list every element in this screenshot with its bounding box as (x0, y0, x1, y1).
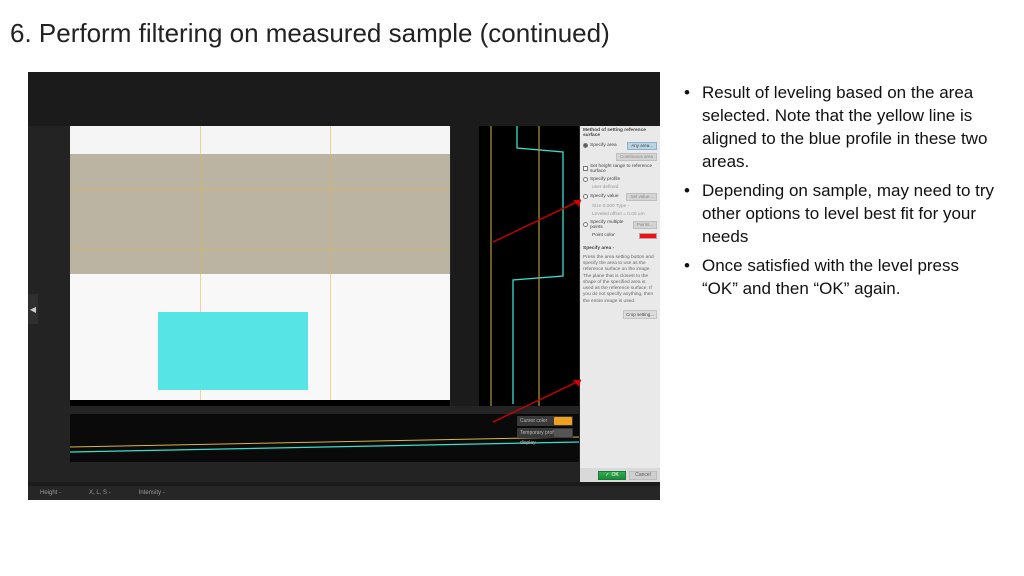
flyout-expand-button[interactable]: ◀ (28, 294, 38, 324)
option-specify-area[interactable]: Specify area Any area... (580, 140, 660, 151)
cursor-color-chip[interactable]: Cursor color (517, 416, 573, 426)
sample-image-viewport[interactable] (70, 126, 450, 406)
horizontal-profile-plot (70, 414, 579, 462)
vertical-profile-plot (479, 126, 579, 406)
grid-line-h (70, 248, 450, 249)
app-screenshot: ◀ (28, 72, 660, 500)
option-multiple-points[interactable]: Specify multiple points Points... (580, 218, 660, 231)
note-item: Once satisfied with the level press “OK”… (680, 255, 996, 301)
grid-line-v (330, 126, 331, 400)
status-height: Height - (40, 490, 61, 496)
grid-line-h (70, 188, 450, 189)
checkbox-icon (583, 166, 588, 171)
point-color-label: Point color (583, 233, 615, 238)
check-icon: ✓ (605, 472, 609, 478)
value-detail2: Leveled offset = 0.00 um (580, 210, 660, 218)
option-specify-value[interactable]: Specify value Set value... (580, 191, 660, 202)
crop-setting-button[interactable]: Crop setting... (623, 310, 657, 319)
checkbox-height-range[interactable]: Set height range to reference surface (580, 162, 660, 175)
specify-area-description: Press the area setting button and specif… (580, 253, 660, 307)
ok-button[interactable]: ✓ OK (598, 471, 626, 480)
viewport-gutter (451, 126, 479, 406)
option-label: Specify value (590, 194, 619, 199)
note-item: Result of leveling based on the area sel… (680, 82, 996, 174)
option-label: Specify profile (590, 177, 620, 182)
reference-surface-panel: Method of setting reference surface Spec… (580, 126, 660, 482)
points-button[interactable]: Points... (633, 221, 657, 229)
option-label: Specify multiple points (590, 220, 631, 230)
option-label: Specify area (590, 143, 617, 148)
radio-icon (583, 222, 588, 227)
panel-footer: ✓ OK Cancel (580, 468, 660, 482)
point-color-row[interactable]: Point color (580, 231, 660, 240)
radio-icon (583, 143, 588, 148)
value-detail: Size 0.000 Type - (580, 202, 660, 210)
checkbox-label: Set height range to reference surface (590, 164, 657, 174)
cancel-button[interactable]: Cancel (629, 471, 657, 480)
temp-profile-swatch (554, 429, 572, 437)
cursor-color-swatch (554, 417, 572, 425)
note-item: Depending on sample, may need to try oth… (680, 180, 996, 249)
cursor-color-label: Cursor color (520, 418, 547, 424)
sample-region-top (70, 126, 450, 154)
status-intensity: Intensity - (139, 490, 165, 496)
slide-notes: Result of leveling based on the area sel… (680, 82, 996, 306)
set-value-button[interactable]: Set value... (626, 193, 657, 201)
any-area-button[interactable]: Any area... (627, 142, 657, 150)
option-specify-profile[interactable]: Specify profile (580, 175, 660, 183)
point-color-swatch[interactable] (639, 233, 657, 239)
ok-label: OK (611, 472, 618, 478)
status-xls: X, L, S - (89, 490, 111, 496)
sample-region-middle (70, 154, 450, 274)
continuous-area-button[interactable]: Continuous area (616, 153, 657, 161)
selected-reference-area[interactable] (158, 312, 308, 390)
radio-icon (583, 194, 588, 199)
profile-subtext: user defined (580, 183, 660, 191)
panel-header: Method of setting reference surface (580, 126, 660, 140)
radio-icon (583, 177, 588, 182)
status-bar: Height - X, L, S - Intensity - (28, 486, 660, 500)
specify-area-subheader: Specify area - (580, 244, 660, 253)
slide-title: 6. Perform filtering on measured sample … (10, 18, 610, 49)
temp-profile-chip[interactable]: Temporary profile display (517, 428, 573, 438)
app-workspace: ◀ (28, 126, 660, 482)
